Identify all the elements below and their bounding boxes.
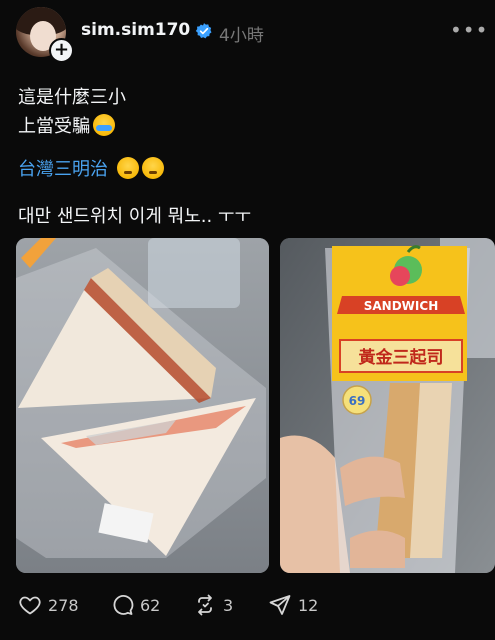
share-icon xyxy=(269,595,291,615)
huffing-face-icon xyxy=(116,157,139,179)
repost-icon xyxy=(198,594,212,616)
post-text-line-2: 上當受騙 xyxy=(18,112,115,138)
package-product-name: 黃金三起司 xyxy=(358,347,444,368)
more-icon[interactable]: ••• xyxy=(450,18,488,42)
comment-button[interactable]: 62 xyxy=(110,593,160,617)
sandwich-package-photo: SANDWICH 黃金三起司 69 xyxy=(280,238,495,573)
sandwich-halves-photo xyxy=(16,238,269,573)
share-button[interactable]: 12 xyxy=(268,593,318,617)
crying-face-icon xyxy=(93,114,115,136)
plus-icon[interactable]: + xyxy=(49,38,74,63)
thread-post: + sim.sim170 4小時 ••• 這是什麼三小 上當受騙 台灣三明治 대… xyxy=(0,0,495,640)
hashtag-link[interactable]: 台灣三明治 xyxy=(18,159,108,180)
package-weight: 69 xyxy=(349,394,366,408)
repost-count: 3 xyxy=(223,595,234,615)
like-button[interactable]: 278 xyxy=(18,593,79,617)
username[interactable]: sim.sim170 xyxy=(81,20,190,40)
repost-button[interactable]: 3 xyxy=(193,593,233,617)
share-count: 12 xyxy=(298,595,319,615)
heart-icon xyxy=(19,596,41,615)
comment-count: 62 xyxy=(140,595,161,615)
like-count: 278 xyxy=(48,595,79,615)
post-timestamp: 4小時 xyxy=(219,26,264,46)
package-brand-label: SANDWICH xyxy=(364,299,438,313)
comment-icon xyxy=(113,595,134,615)
hashtag-line: 台灣三明治 xyxy=(18,155,164,181)
post-text-line-4: 대만 샌드위치 이게 뭐노.. ㅜㅜ xyxy=(18,206,252,227)
post-photo-2[interactable]: SANDWICH 黃金三起司 69 xyxy=(280,238,495,573)
post-text-line-1: 這是什麼三小 xyxy=(18,87,126,108)
post-photo-1[interactable] xyxy=(16,238,269,573)
verified-badge-icon xyxy=(195,23,212,39)
post-text-line-2-text: 上當受騙 xyxy=(18,116,90,137)
huffing-face-icon xyxy=(141,157,164,179)
